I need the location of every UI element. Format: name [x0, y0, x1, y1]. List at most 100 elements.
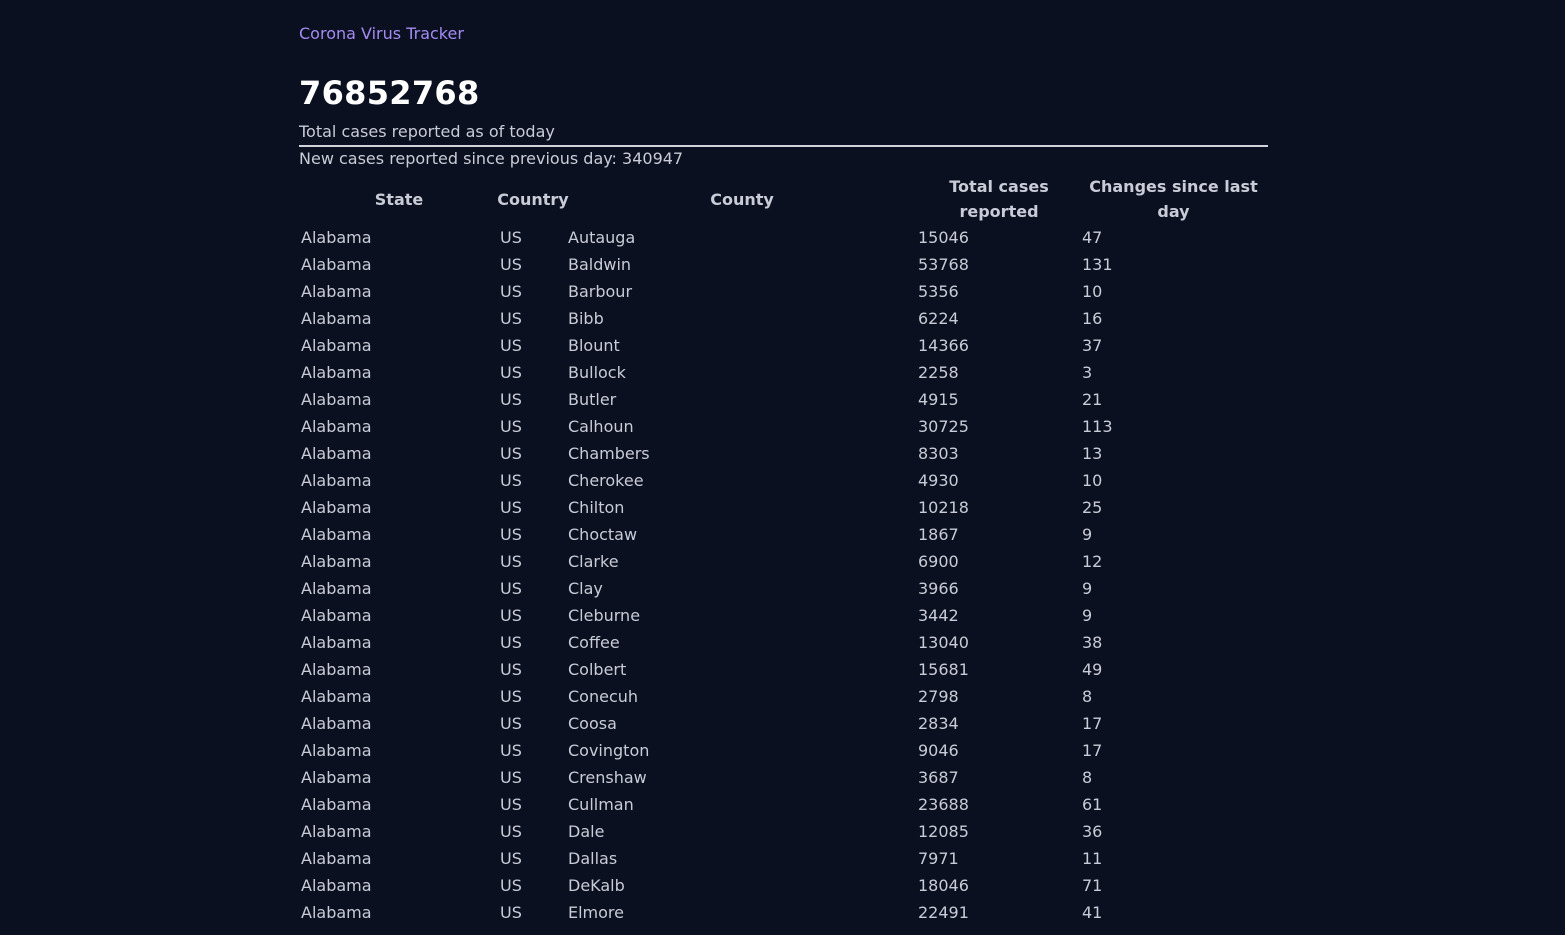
change-cell: 17	[1082, 714, 1103, 733]
county-cell: Calhoun	[568, 417, 634, 436]
total-cases-cell: 3687	[918, 768, 959, 787]
county-cell: Cherokee	[568, 471, 644, 490]
change-cell: 131	[1082, 255, 1113, 274]
country-cell: US	[500, 363, 522, 382]
state-cell: Alabama	[301, 390, 372, 409]
table-row: Alabama US Cherokee 4930 10	[299, 467, 1268, 494]
change-cell: 8	[1082, 768, 1093, 787]
county-cell: Bibb	[568, 309, 604, 328]
change-cell: 41	[1082, 903, 1103, 922]
county-cell: Baldwin	[568, 255, 632, 274]
table-row: Alabama US Conecuh 2798 8	[299, 683, 1268, 710]
country-cell: US	[500, 822, 522, 841]
county-cell: Chambers	[568, 444, 650, 463]
state-cell: Alabama	[301, 687, 372, 706]
change-cell: 113	[1082, 417, 1113, 436]
change-cell: 9	[1082, 525, 1093, 544]
county-cell: Autauga	[568, 228, 636, 247]
table-row: Alabama US DeKalb 18046 71	[299, 872, 1268, 899]
county-cell: DeKalb	[568, 876, 625, 895]
total-cases-cell: 3442	[918, 606, 959, 625]
state-cell: Alabama	[301, 633, 372, 652]
table-row: Alabama US Dallas 7971 11	[299, 845, 1268, 872]
table-row: Alabama US Blount 14366 37	[299, 332, 1268, 359]
country-cell: US	[500, 552, 522, 571]
state-cell: Alabama	[301, 363, 372, 382]
country-cell: US	[500, 525, 522, 544]
county-cell: Bullock	[568, 363, 626, 382]
county-cell: Cullman	[568, 795, 634, 814]
table-row: Alabama US Dale 12085 36	[299, 818, 1268, 845]
total-cases-cell: 12085	[918, 822, 969, 841]
total-cases-cell: 4915	[918, 390, 959, 409]
state-cell: Alabama	[301, 579, 372, 598]
total-cases-cell: 6224	[918, 309, 959, 328]
country-cell: US	[500, 903, 522, 922]
state-cell: Alabama	[301, 336, 372, 355]
state-cell: Alabama	[301, 660, 372, 679]
divider	[299, 145, 1268, 147]
state-cell: Alabama	[301, 309, 372, 328]
country-cell: US	[500, 255, 522, 274]
total-cases-cell: 15046	[918, 228, 969, 247]
total-cases-cell: 13040	[918, 633, 969, 652]
country-cell: US	[500, 444, 522, 463]
total-cases-cell: 2834	[918, 714, 959, 733]
change-cell: 10	[1082, 282, 1103, 301]
brand-link[interactable]: Corona Virus Tracker	[299, 24, 464, 43]
state-cell: Alabama	[301, 876, 372, 895]
table-row: Alabama US Elmore 22491 41	[299, 899, 1268, 926]
table-row: Alabama US Bibb 6224 16	[299, 305, 1268, 332]
change-cell: 37	[1082, 336, 1103, 355]
country-cell: US	[500, 741, 522, 760]
country-cell: US	[500, 282, 522, 301]
country-cell: US	[500, 633, 522, 652]
state-cell: Alabama	[301, 417, 372, 436]
state-cell: Alabama	[301, 552, 372, 571]
total-cases-cell: 18046	[918, 876, 969, 895]
total-cases-count: 76852768	[299, 74, 480, 112]
country-cell: US	[500, 336, 522, 355]
change-cell: 36	[1082, 822, 1103, 841]
state-cell: Alabama	[301, 741, 372, 760]
total-cases-cell: 2258	[918, 363, 959, 382]
header-state: State	[374, 190, 424, 209]
header-county: County	[710, 190, 774, 209]
total-cases-cell: 22491	[918, 903, 969, 922]
total-cases-cell: 9046	[918, 741, 959, 760]
county-cell: Conecuh	[568, 687, 639, 706]
table-row: Alabama US Clay 3966 9	[299, 575, 1268, 602]
change-cell: 11	[1082, 849, 1103, 868]
header-total-cases: Total cases reported	[949, 177, 1049, 221]
header-changes: Changes since last day	[1089, 177, 1258, 221]
country-cell: US	[500, 687, 522, 706]
table-row: Alabama US Covington 9046 17	[299, 737, 1268, 764]
table-row: Alabama US Chilton 10218 25	[299, 494, 1268, 521]
country-cell: US	[500, 714, 522, 733]
state-cell: Alabama	[301, 282, 372, 301]
total-cases-cell: 53768	[918, 255, 969, 274]
table-row: Alabama US Bullock 2258 3	[299, 359, 1268, 386]
total-cases-cell: 23688	[918, 795, 969, 814]
total-cases-cell: 4930	[918, 471, 959, 490]
table-row: Alabama US Crenshaw 3687 8	[299, 764, 1268, 791]
county-cell: Clay	[568, 579, 603, 598]
county-cell: Crenshaw	[568, 768, 647, 787]
state-cell: Alabama	[301, 444, 372, 463]
total-cases-cell: 3966	[918, 579, 959, 598]
country-cell: US	[500, 768, 522, 787]
state-cell: Alabama	[301, 255, 372, 274]
state-cell: Alabama	[301, 525, 372, 544]
county-cell: Covington	[568, 741, 650, 760]
total-cases-cell: 10218	[918, 498, 969, 517]
country-cell: US	[500, 876, 522, 895]
state-cell: Alabama	[301, 822, 372, 841]
total-cases-cell: 8303	[918, 444, 959, 463]
state-cell: Alabama	[301, 795, 372, 814]
county-cell: Dale	[568, 822, 605, 841]
state-cell: Alabama	[301, 228, 372, 247]
change-cell: 9	[1082, 606, 1093, 625]
county-cell: Chilton	[568, 498, 625, 517]
country-cell: US	[500, 849, 522, 868]
total-cases-cell: 14366	[918, 336, 969, 355]
